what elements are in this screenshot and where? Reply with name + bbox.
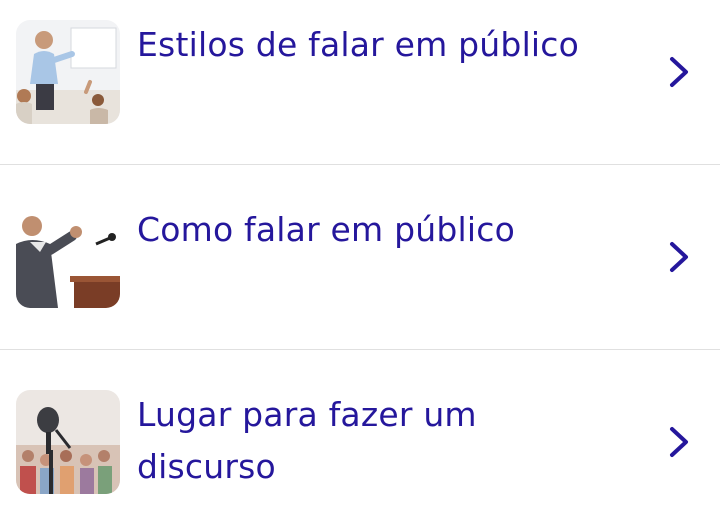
speaker-at-podium-thumbnail: [16, 204, 120, 308]
presenter-photo-thumbnail: [16, 20, 120, 124]
list-item-estilos[interactable]: Estilos de falar em público: [0, 0, 720, 165]
speaker-at-podium-photo: [16, 204, 120, 308]
chevron-right-icon: [664, 425, 694, 459]
topic-list: Estilos de falar em público Como falar e…: [0, 0, 720, 512]
list-item-lugar[interactable]: Lugar para fazer um discurso: [0, 351, 720, 512]
chevron-right-icon: [664, 55, 694, 89]
chevron-right-icon: [664, 240, 694, 274]
microphone-audience-photo: [16, 390, 120, 494]
list-item-label: Lugar para fazer um discurso: [137, 395, 477, 486]
microphone-audience-thumbnail: [16, 390, 120, 494]
list-item-label: Como falar em público: [137, 210, 515, 249]
list-item-como-falar[interactable]: Como falar em público: [0, 166, 720, 350]
list-item-label: Estilos de falar em público: [137, 25, 580, 64]
presenter-photo: [16, 20, 120, 124]
